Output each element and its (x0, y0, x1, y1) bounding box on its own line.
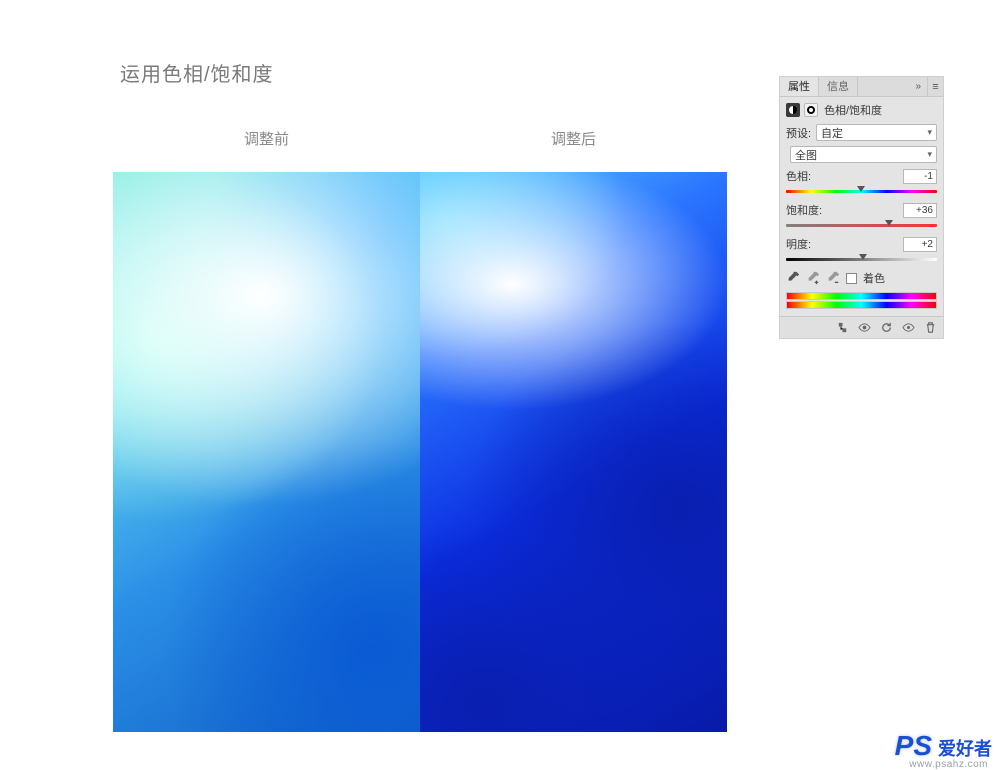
preset-select[interactable]: 自定 ▾ (816, 124, 937, 141)
reset-icon[interactable] (879, 321, 893, 335)
page-title: 运用色相/饱和度 (120, 58, 274, 87)
chevron-down-icon: ▾ (927, 127, 932, 138)
lightness-value[interactable]: +2 (903, 237, 937, 252)
view-previous-icon[interactable] (901, 321, 915, 335)
preview-after (420, 172, 727, 732)
properties-panel: 属性 信息 » ≡ 色相/饱和度 预设: 自定 ▾ 全图 ▾ (779, 76, 944, 339)
eyedropper-subtract-icon[interactable] (826, 271, 840, 285)
range-select[interactable]: 全图 ▾ (790, 146, 937, 163)
eyedropper-add-icon[interactable] (806, 271, 820, 285)
adjustment-icon (786, 103, 800, 117)
hue-range-strip[interactable] (786, 292, 937, 309)
eyedropper-row: 着色 (786, 270, 937, 286)
saturation-label: 饱和度: (786, 202, 822, 218)
adjustment-name: 色相/饱和度 (824, 102, 882, 118)
panel-menu-icon[interactable]: ≡ (927, 77, 943, 96)
preset-value: 自定 (821, 125, 843, 141)
hue-control: 色相: -1 (786, 168, 937, 196)
label-after: 调整后 (420, 128, 727, 149)
saturation-value[interactable]: +36 (903, 203, 937, 218)
compare-labels: 调整前 调整后 (113, 128, 727, 149)
watermark-logo: PS (895, 730, 932, 762)
lightness-slider[interactable] (786, 254, 937, 264)
tab-info[interactable]: 信息 (819, 77, 858, 96)
lightness-control: 明度: +2 (786, 236, 937, 264)
panel-tabs: 属性 信息 » ≡ (780, 77, 943, 97)
saturation-control: 饱和度: +36 (786, 202, 937, 230)
hue-value[interactable]: -1 (903, 169, 937, 184)
adjustment-type-row: 色相/饱和度 (786, 102, 937, 118)
hue-slider[interactable] (786, 186, 937, 196)
preset-row: 预设: 自定 ▾ (786, 124, 937, 141)
preset-label: 预设: (786, 125, 812, 141)
delete-icon[interactable] (923, 321, 937, 335)
hue-slider-thumb[interactable] (857, 186, 865, 196)
lightness-slider-thumb[interactable] (859, 254, 867, 264)
saturation-slider[interactable] (786, 220, 937, 230)
chevron-down-icon: ▾ (927, 149, 932, 160)
toggle-visibility-icon[interactable] (857, 321, 871, 335)
mask-icon[interactable] (804, 103, 818, 117)
watermark-cn: 爱好者 (938, 735, 992, 761)
lightness-label: 明度: (786, 236, 811, 252)
clip-to-layer-icon[interactable] (835, 321, 849, 335)
range-value: 全图 (795, 147, 817, 163)
watermark-url: www.psahz.com (909, 759, 988, 770)
range-row: 全图 ▾ (786, 146, 937, 163)
watermark: PS 爱好者 (895, 730, 992, 762)
colorize-checkbox[interactable] (846, 273, 857, 284)
colorize-label: 着色 (863, 270, 885, 286)
panel-footer (780, 316, 943, 338)
tab-properties[interactable]: 属性 (780, 77, 819, 96)
hue-label: 色相: (786, 168, 811, 184)
panel-collapse-icon[interactable]: » (909, 81, 927, 92)
compare-preview (113, 172, 727, 732)
saturation-slider-thumb[interactable] (885, 220, 893, 230)
label-before: 调整前 (113, 128, 420, 149)
preview-before (113, 172, 420, 732)
eyedropper-icon[interactable] (786, 271, 800, 285)
